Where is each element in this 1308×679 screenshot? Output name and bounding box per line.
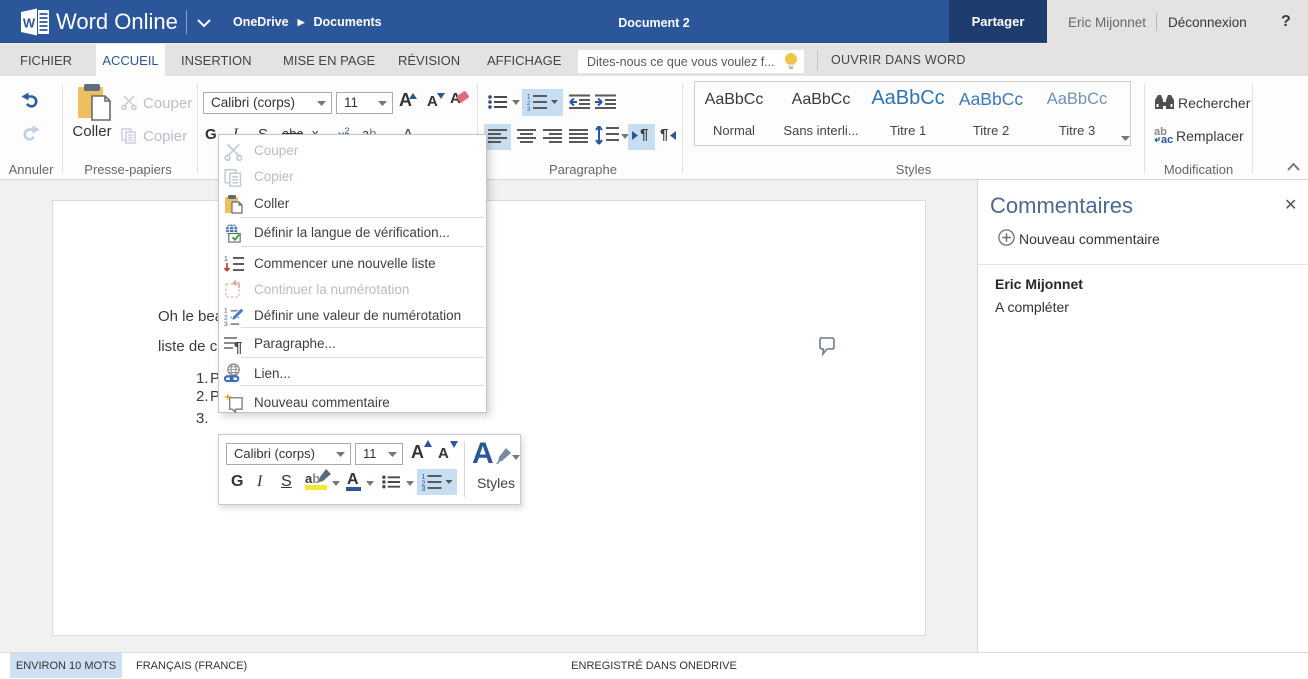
svg-text:ac: ac <box>1161 134 1173 144</box>
svg-text:3: 3 <box>224 321 228 326</box>
svg-text:¶: ¶ <box>234 339 242 354</box>
svg-text:1: 1 <box>224 256 228 263</box>
svg-text:3: 3 <box>527 107 531 111</box>
svg-text:1: 1 <box>527 95 531 101</box>
svg-text:3: 3 <box>422 486 426 491</box>
